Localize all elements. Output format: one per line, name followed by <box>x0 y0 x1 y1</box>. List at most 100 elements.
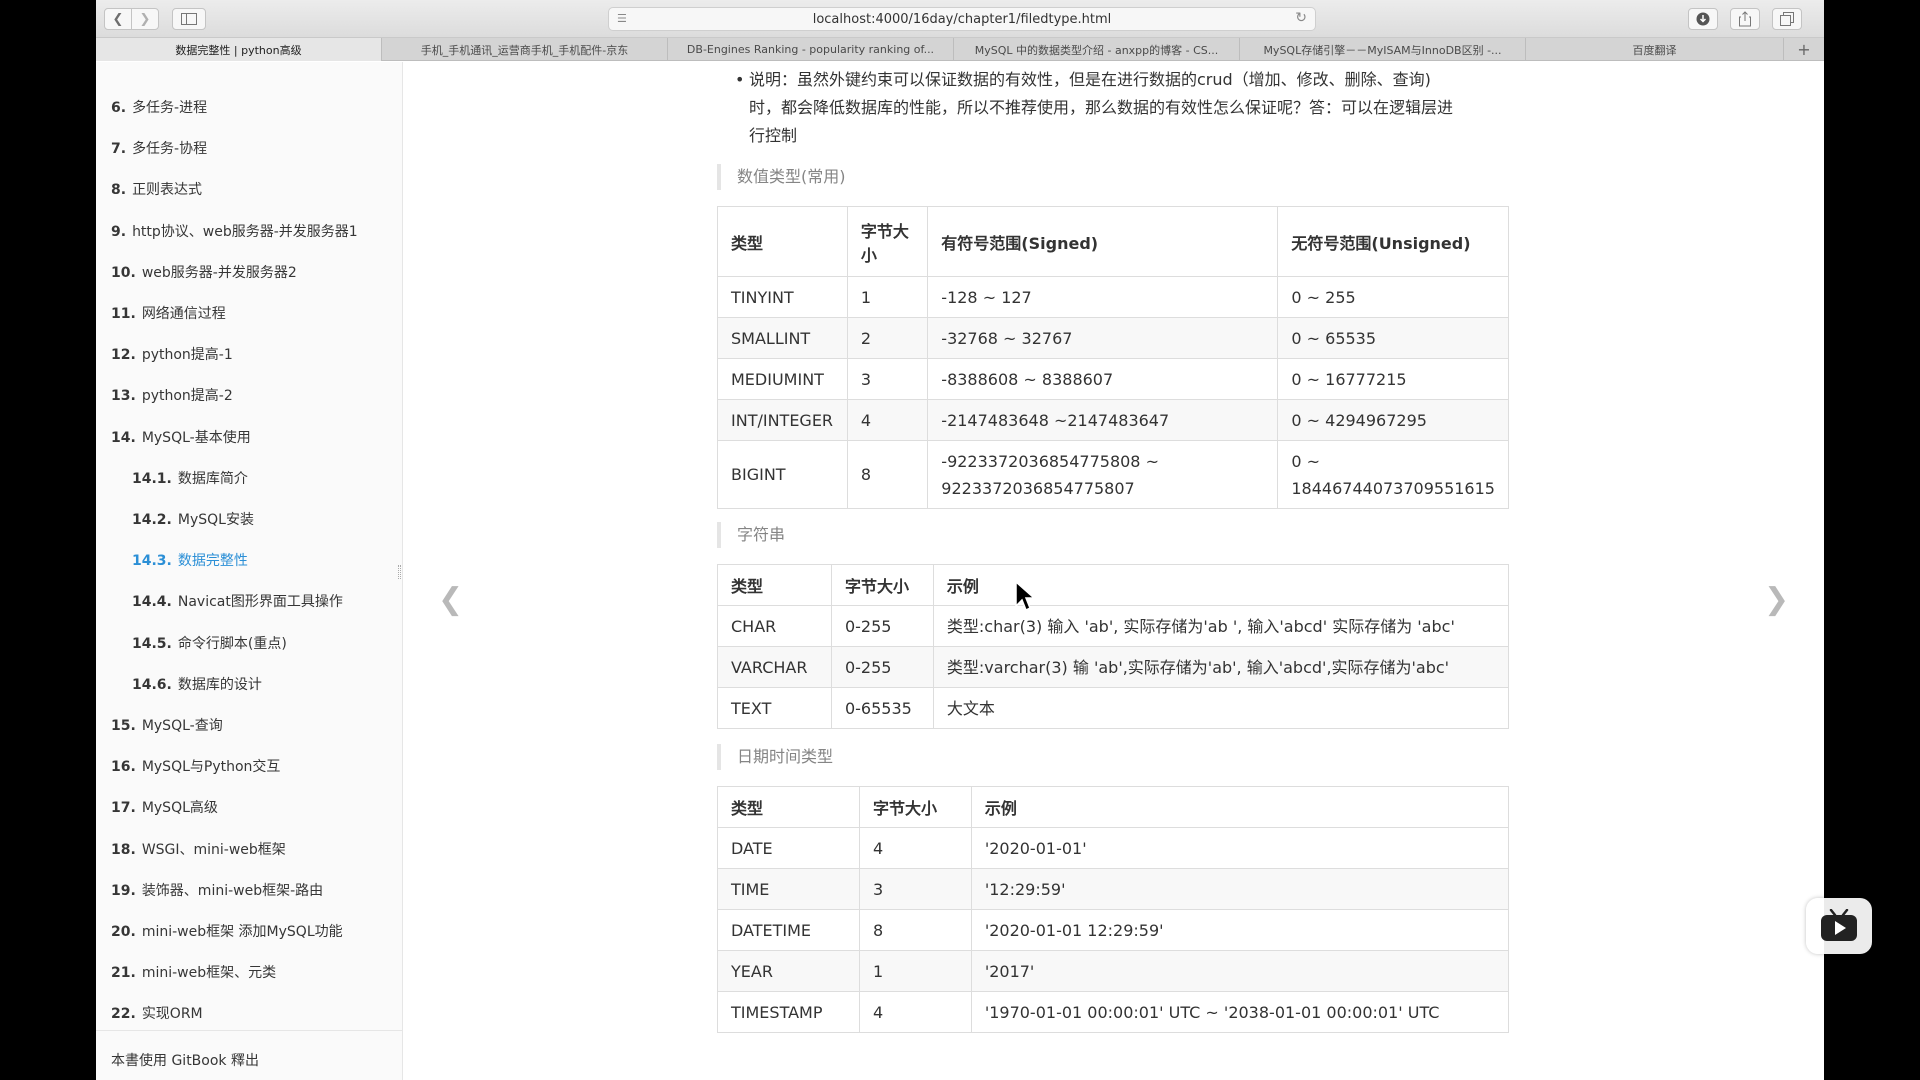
column-header: 示例 <box>970 786 1510 828</box>
table-cell: DATETIME <box>717 909 860 951</box>
sidebar-item-label: web服务器-并发服务器2 <box>141 264 297 281</box>
sidebar-item[interactable]: 14.3. 数据完整性 <box>132 550 248 570</box>
divider <box>96 1030 403 1031</box>
sidebar-toggle-button[interactable] <box>172 8 206 30</box>
sidebar-item[interactable]: 13. python提高-2 <box>111 385 233 405</box>
table-header-row: 类型 字节大小 示例 <box>717 564 1510 606</box>
table-cell: '2020-01-01 12:29:59' <box>970 909 1510 951</box>
table-row: SMALLINT 2 -32768 ~ 32767 0 ~ 65535 <box>717 317 1509 359</box>
tab-mysql-types[interactable]: MySQL 中的数据类型介绍 - anxpp的博客 - CS... <box>954 38 1240 61</box>
chevron-left-icon: ❮ <box>438 582 464 617</box>
sidebar-item[interactable]: 20. mini-web框架 添加MySQL功能 <box>111 921 343 941</box>
tab-jd[interactable]: 手机_手机通讯_运营商手机_手机配件-京东 <box>382 38 668 61</box>
table-row: MEDIUMINT 3 -8388608 ~ 8388607 0 ~ 16777215 <box>717 358 1509 400</box>
column-header: 字节大小 <box>858 786 972 828</box>
string-types-table: 类型 字节大小 示例 CHAR 0-255 类型:char(3) 输入 'ab', 实际存… <box>717 564 1510 729</box>
sidebar-item-number: 6. <box>111 100 127 116</box>
sidebar-item[interactable]: 14.6. 数据库的设计 <box>132 674 262 694</box>
sidebar-item[interactable]: 14.2. MySQL安装 <box>132 509 254 529</box>
sidebar-item[interactable]: 9. http协议、web服务器-并发服务器1 <box>111 221 358 241</box>
table-cell: 0 ~ 255 <box>1277 276 1509 318</box>
sidebar-item[interactable]: 14. MySQL-基本使用 <box>111 427 251 447</box>
reader-icon[interactable]: ☰ <box>617 12 633 26</box>
new-tab-button[interactable]: + <box>1784 38 1824 60</box>
sidebar-item-number: 12. <box>111 347 136 364</box>
sidebar-item-label: 多任务-协程 <box>132 141 208 158</box>
next-page-arrow[interactable]: ❯ <box>1764 582 1789 617</box>
sidebar-item[interactable]: 8. 正则表达式 <box>111 179 202 199</box>
sidebar-item-number: 19. <box>111 882 136 899</box>
sidebar-item-label: MySQL-基本使用 <box>141 429 251 446</box>
table-cell: TEXT <box>717 687 832 729</box>
forward-button[interactable]: ❯ <box>131 8 159 30</box>
table-cell: MEDIUMINT <box>717 358 848 400</box>
sidebar-item-number: 14.5. <box>132 635 172 652</box>
downloads-button[interactable] <box>1688 8 1718 30</box>
address-bar[interactable]: ☰ localhost:4000/16day/chapter1/filedtyp… <box>608 7 1316 31</box>
sidebar-item[interactable]: 22. 实现ORM <box>111 1003 203 1023</box>
sidebar-item-number: 15. <box>111 718 136 734</box>
sidebar-item[interactable]: 18. WSGI、mini-web框架 <box>111 839 286 859</box>
table-cell: VARCHAR <box>717 646 832 688</box>
share-button[interactable] <box>1730 8 1760 30</box>
table-cell: 4 <box>858 827 972 869</box>
sidebar-resize-handle[interactable] <box>398 565 401 579</box>
sidebar-item[interactable]: 15. MySQL-查询 <box>111 715 223 735</box>
datetime-types-table: 类型 字节大小 示例 DATE 4'2020-01-01' TIME 3'12:29:59'… <box>717 786 1510 1033</box>
sidebar-item-number: 13. <box>111 388 136 405</box>
table-cell: -9223372036854775808 ~ 92233720368547758… <box>927 440 1279 509</box>
sidebar-item-number: 16. <box>111 759 136 776</box>
tab-bar: 数据完整性 | python高级 手机_手机通讯_运营商手机_手机配件-京东 D… <box>96 38 1824 61</box>
book-sidebar: 6. 多任务-进程 7. 多任务-协程 8. 正则表达式 9. http协议、web服务器-并… <box>96 62 403 1080</box>
numeric-types-table: 类型 字节大小 有符号范围(Signed) 无符号范围(Unsigned) TINYIN… <box>717 206 1509 509</box>
sidebar-item-label: WSGI、mini-web框架 <box>141 841 286 858</box>
sidebar-item[interactable]: 12. python提高-1 <box>111 344 233 364</box>
tab-db-engines[interactable]: DB-Engines Ranking - popularity ranking … <box>668 38 954 61</box>
table-row: TEXT 0-65535 大文本 <box>717 687 1510 729</box>
previous-page-arrow[interactable]: ❮ <box>438 582 463 617</box>
table-cell: DATE <box>717 827 860 869</box>
table-cell: 4 <box>846 399 929 441</box>
sidebar-item-label: Navicat图形界面工具操作 <box>177 594 343 611</box>
column-header: 类型 <box>717 564 832 606</box>
string-types-heading: 字符串 <box>717 522 1117 548</box>
tab-overview-button[interactable] <box>1772 8 1802 30</box>
table-cell: CHAR <box>717 605 832 647</box>
sidebar-item[interactable]: 6. 多任务-进程 <box>111 97 207 117</box>
sidebar-item-number: 14.2. <box>132 512 172 528</box>
table-row: VARCHAR 0-255 类型:varchar(3) 输 'ab',实际存储为'a… <box>717 646 1510 688</box>
sidebar-item-number: 9. <box>111 223 127 240</box>
sidebar-item[interactable]: 7. 多任务-协程 <box>111 138 207 158</box>
gitbook-footer-link[interactable]: 本書使用 GitBook 釋出 <box>111 1050 259 1070</box>
tab-baidu-translate[interactable]: 百度翻译 <box>1526 38 1784 61</box>
table-cell: '12:29:59' <box>970 868 1510 910</box>
video-player-icon[interactable] <box>1806 898 1872 954</box>
sidebar-item-label: 网络通信过程 <box>141 306 226 322</box>
table-cell: 1 <box>846 276 929 318</box>
sidebar-item-number: 8. <box>111 182 127 199</box>
sidebar-item[interactable]: 21. mini-web框架、元类 <box>111 962 276 982</box>
table-cell: 0 ~ 65535 <box>1277 317 1509 359</box>
back-button[interactable]: ❮ <box>104 8 132 30</box>
sidebar-item[interactable]: 17. MySQL高级 <box>111 797 218 817</box>
reload-icon[interactable]: ↻ <box>1295 10 1307 26</box>
tab-mysql-engines[interactable]: MySQL存储引擎－－MyISAM与InnoDB区别 -... <box>1240 38 1526 61</box>
sidebar-item[interactable]: 14.4. Navicat图形界面工具操作 <box>132 591 343 611</box>
table-cell: 类型:varchar(3) 输 'ab',实际存储为'ab', 输入'abcd'… <box>932 646 1510 688</box>
tab-data-integrity[interactable]: 数据完整性 | python高级 <box>96 38 382 61</box>
bullet-icon: • <box>735 70 745 89</box>
sidebar-item-number: 18. <box>111 841 136 858</box>
sidebar-item[interactable]: 14.1. 数据库简介 <box>132 468 248 488</box>
sidebar-item-label: 装饰器、mini-web框架-路由 <box>141 882 324 899</box>
sidebar-item-label: 数据库的设计 <box>177 676 262 693</box>
sidebar-item[interactable]: 14.5. 命令行脚本(重点) <box>132 633 287 653</box>
table-cell: '1970-01-01 00:00:01' UTC ~ '2038-01-01 … <box>970 991 1510 1033</box>
sidebar-item[interactable]: 11. 网络通信过程 <box>111 303 226 323</box>
sidebar-item[interactable]: 10. web服务器-并发服务器2 <box>111 262 297 282</box>
table-cell: 0-255 <box>830 646 934 688</box>
table-cell: TIMESTAMP <box>717 991 860 1033</box>
sidebar-item-number: 17. <box>111 800 136 817</box>
sidebar-item[interactable]: 19. 装饰器、mini-web框架-路由 <box>111 880 323 900</box>
sidebar-item-label: 实现ORM <box>141 1006 203 1023</box>
sidebar-item[interactable]: 16. MySQL与Python交互 <box>111 756 280 776</box>
